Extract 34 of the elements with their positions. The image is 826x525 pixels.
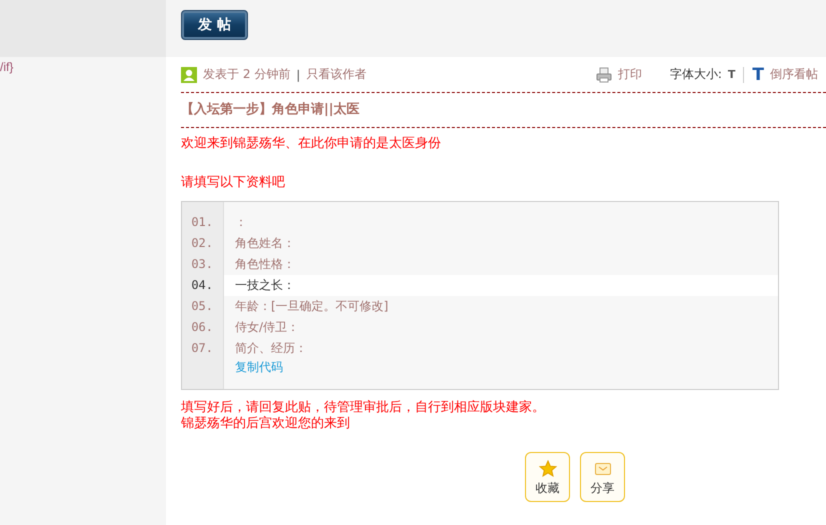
intro-text: 欢迎来到锦瑟殇华、在此你申请的是太医身份 — [181, 136, 442, 152]
star-icon — [538, 460, 556, 478]
small-font-button[interactable]: T — [728, 68, 736, 81]
large-font-button[interactable]: T — [752, 64, 764, 84]
post-button[interactable]: 发 帖 — [181, 10, 248, 40]
closing-text: 锦瑟殇华的后宫欢迎您的来到 — [181, 416, 351, 432]
code-line: 简介、经历： — [234, 340, 308, 357]
code-line: 角色姓名： — [234, 235, 296, 252]
line-number: 06. — [190, 319, 214, 336]
reverse-order-link[interactable]: 倒序看帖 — [770, 66, 818, 83]
line-number: 05. — [190, 298, 214, 315]
line-number: 03. — [190, 256, 214, 273]
share-button[interactable]: 分享 — [580, 452, 625, 502]
print-link[interactable]: 打印 — [618, 66, 642, 83]
author-only-link[interactable]: 只看该作者 — [306, 66, 366, 83]
favorite-button[interactable]: 收藏 — [525, 452, 570, 502]
post-title: 【入坛第一步】角色申请||太医 — [181, 100, 360, 119]
code-line: 侍女/侍卫： — [234, 319, 300, 336]
intro-text: 请填写以下资料吧 — [181, 175, 286, 191]
avatar-icon — [181, 66, 197, 82]
post-time: 发表于 2 分钟前 — [203, 66, 290, 83]
font-size-label: 字体大小: — [670, 66, 722, 83]
code-line: 角色性格： — [234, 256, 296, 273]
line-number: 04. — [190, 277, 214, 294]
closing-text: 填写好后，请回复此贴，待管理审批后，自行到相应版块建家。 — [181, 400, 546, 416]
line-number: 02. — [190, 235, 214, 252]
code-line: 年龄：[一旦确定。不可修改] — [234, 298, 390, 315]
printer-icon[interactable] — [596, 66, 612, 82]
template-fragment: /if} — [0, 59, 14, 74]
separator: | — [296, 68, 300, 82]
code-line: ： — [234, 214, 248, 231]
line-number: 07. — [190, 340, 214, 357]
line-number: 01. — [190, 214, 214, 231]
envelope-icon — [594, 460, 612, 478]
